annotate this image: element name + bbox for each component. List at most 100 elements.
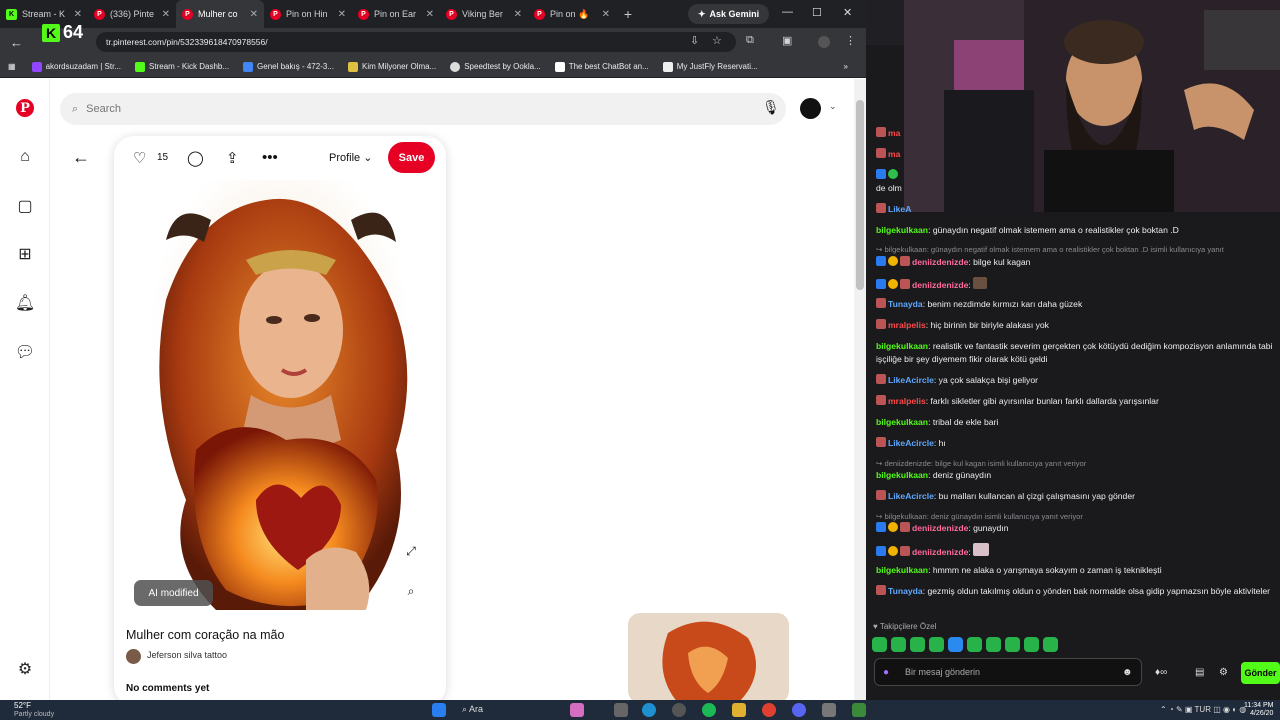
maximize-icon[interactable]: ☐ (812, 6, 822, 19)
emote-icon[interactable] (986, 637, 1001, 652)
account-avatar[interactable] (800, 98, 821, 119)
chat-username[interactable]: mralpelis (888, 320, 926, 330)
visual-search-icon[interactable]: ⌕ (397, 577, 425, 605)
notifications-bell-icon[interactable]: 🔔︎ (14, 292, 36, 314)
close-window-icon[interactable]: ✕ (843, 6, 852, 19)
new-tab-button[interactable]: + (616, 6, 640, 22)
profile-avatar-icon[interactable] (818, 36, 830, 48)
tab-pin-ear[interactable]: P Pin on Ear ✕ (352, 0, 440, 28)
chevron-down-icon[interactable]: ⌄ (829, 101, 837, 112)
comment-icon[interactable]: ◯ (187, 149, 204, 167)
pinterest-logo-icon[interactable]: P (16, 99, 34, 117)
bookmark-item[interactable]: Speedtest by Ookla... (450, 61, 541, 72)
author-avatar[interactable] (126, 649, 141, 664)
emoji-icon[interactable]: ☻ (1122, 667, 1133, 678)
edge-icon[interactable] (642, 703, 656, 717)
taskbar-search[interactable]: ⌕ Ara (462, 704, 483, 715)
url-field[interactable]: tr.pinterest.com/pin/532339618470978556/ (96, 32, 736, 52)
settings-gear-icon[interactable]: ⚙ (14, 658, 36, 680)
close-icon[interactable]: ✕ (74, 9, 82, 20)
close-icon[interactable]: ✕ (162, 9, 170, 20)
bookmark-item[interactable]: Stream - Kick Dashb... (135, 61, 229, 72)
ai-modified-badge[interactable]: AI modified (134, 580, 213, 606)
save-button[interactable]: Save (388, 142, 435, 173)
more-options-icon[interactable]: ••• (262, 149, 278, 166)
pin-image[interactable] (126, 180, 434, 616)
ask-gemini-button[interactable]: ✦ Ask Gemini (688, 4, 770, 24)
emote-icon[interactable] (929, 637, 944, 652)
chat-username[interactable]: Tunayda (888, 586, 923, 596)
tab-pin-fire[interactable]: P Pin on 🔥 ✕ (528, 0, 616, 28)
close-icon[interactable]: ✕ (338, 9, 346, 20)
clock[interactable]: 11:34 PM 4/26/20 (1244, 702, 1273, 718)
emote-icon[interactable] (891, 637, 906, 652)
tab-pin-hin[interactable]: P Pin on Hin ✕ (264, 0, 352, 28)
system-tray[interactable]: ⌃ ◔ ✎ ▣ TUR ◫ ◉ ◐ ◍ (1160, 705, 1246, 714)
expand-icon[interactable]: ⤢ (397, 537, 425, 565)
send-button[interactable]: Gönder (1241, 662, 1280, 684)
chat-settings-gear-icon[interactable]: ⚙ (1219, 667, 1228, 678)
close-icon[interactable]: ✕ (514, 9, 522, 20)
tab-mulher[interactable]: P Mulher co ✕ (176, 0, 264, 28)
chat-username[interactable]: LikeAcircle (888, 491, 934, 501)
chat-username[interactable]: bilgekulkaan (876, 225, 928, 235)
extensions-icon[interactable]: ⧉ (746, 34, 754, 47)
chat-username[interactable]: deniizdenizde (912, 523, 968, 533)
bookmark-item[interactable]: akordsuzadam | Str... (31, 61, 121, 72)
emote-icon[interactable] (1043, 637, 1058, 652)
chat-username[interactable]: bilgekulkaan (876, 565, 928, 575)
home-icon[interactable]: ⌂ (14, 146, 36, 168)
sidebar-icon[interactable]: ▣ (782, 34, 792, 47)
bookmark-item[interactable]: Kim Milyoner Olma... (347, 61, 436, 72)
chat-username[interactable]: LikeAcircle (888, 375, 934, 385)
store-icon[interactable]: ▤ (1195, 667, 1204, 678)
emote-icon[interactable] (1005, 637, 1020, 652)
apps-grid-icon[interactable]: ▦ (8, 62, 16, 71)
profile-dropdown[interactable]: Profile ⌄ (329, 151, 372, 164)
tab-pinterest-home[interactable]: P (336) Pinte ✕ (88, 0, 176, 28)
weather-widget[interactable]: 52°F Partly cloudy (14, 702, 54, 719)
bookmark-star-icon[interactable]: ☆ (712, 34, 722, 47)
microphone-icon[interactable]: ● (883, 667, 889, 678)
explore-icon[interactable]: ▢ (14, 195, 36, 217)
bookmark-item[interactable]: My JustFly Reservati... (662, 61, 758, 72)
chat-message-input[interactable]: Bir mesaj gönderin (874, 658, 1142, 686)
related-pin[interactable] (628, 613, 789, 700)
spotify-icon[interactable] (702, 703, 716, 717)
close-icon[interactable]: ✕ (602, 9, 610, 20)
minimize-icon[interactable]: — (782, 6, 793, 18)
bookmark-item[interactable]: Genel bakış - 472-3... (243, 61, 334, 72)
more-bookmarks-icon[interactable]: » (844, 62, 848, 71)
chat-username[interactable]: mralpelis (888, 396, 926, 406)
back-arrow-icon[interactable]: ← (72, 147, 90, 168)
emote-icon[interactable] (1024, 637, 1039, 652)
share-icon[interactable]: ⇪ (226, 149, 239, 167)
obs-icon[interactable] (852, 703, 866, 717)
emote-icon[interactable] (872, 637, 887, 652)
close-icon[interactable]: ✕ (426, 9, 434, 20)
chrome-icon[interactable] (762, 703, 776, 717)
start-menu-icon[interactable] (432, 703, 446, 717)
emote-icon[interactable] (910, 637, 925, 652)
chat-username[interactable]: bilgekulkaan (876, 417, 928, 427)
emote-icon[interactable] (967, 637, 982, 652)
chat-username[interactable]: LikeAcircle (888, 438, 934, 448)
microphone-icon[interactable]: 🎙︎ (762, 99, 780, 116)
file-explorer-icon[interactable] (732, 703, 746, 717)
menu-dots-icon[interactable]: ⋮ (845, 34, 856, 47)
chat-username[interactable]: deniizdenizde (912, 547, 968, 557)
tab-viking[interactable]: P Viking Ber ✕ (440, 0, 528, 28)
close-icon[interactable]: ✕ (250, 9, 258, 20)
create-icon[interactable]: ⊞ (14, 243, 36, 265)
search-bar[interactable]: ⌕ Search (60, 93, 786, 125)
kick-points-icon[interactable]: ♦∞ (1155, 667, 1167, 678)
heart-icon[interactable]: ♡ (133, 149, 146, 167)
install-app-icon[interactable]: ⇩ (690, 34, 699, 47)
bookmark-item[interactable]: The best ChatBot an... (554, 61, 649, 72)
back-arrow-icon[interactable]: ← (10, 35, 28, 50)
widgets-icon[interactable] (570, 703, 584, 717)
chat-username[interactable]: deniizdenizde (912, 257, 968, 267)
chat-username[interactable]: bilgekulkaan (876, 341, 928, 351)
chat-username[interactable]: deniizdenizde (912, 280, 968, 290)
author-name[interactable]: Jeferson silva tattoo (147, 650, 227, 660)
